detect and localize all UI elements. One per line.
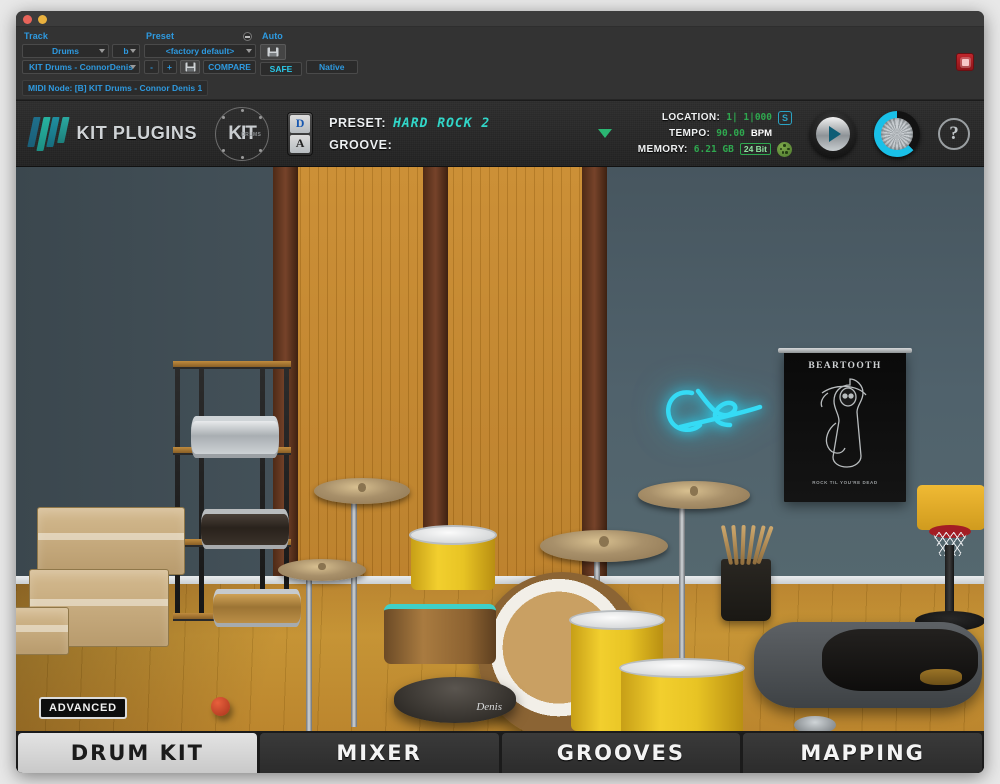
groove-row: GROOVE: (329, 138, 490, 152)
tempo-value[interactable]: 90.00 (716, 128, 745, 139)
track-insert-select[interactable]: KIT Drums - ConnorDenis (22, 60, 140, 74)
tempo-label: TEMPO: (668, 127, 711, 139)
preset-dropdown-icon[interactable] (597, 129, 612, 138)
digital-analog-toggle[interactable]: D A (287, 111, 314, 156)
help-button[interactable]: ? (938, 117, 970, 150)
auto-label: Auto (262, 31, 283, 41)
auto-section: Auto SAFE (260, 30, 302, 76)
close-button[interactable] (23, 15, 32, 24)
preset-section: Preset <factory default> - + COMPARE (144, 30, 256, 74)
hihat-cymbal[interactable] (278, 559, 366, 581)
track-section: Track Drums b KIT Drums - ConnorDenis (22, 30, 140, 74)
daw-plugin-header: Track Drums b KIT Drums - ConnorDenis Pr… (16, 27, 984, 100)
preset-previous-button[interactable]: - (144, 60, 159, 74)
drum-throne[interactable]: Denis (394, 677, 516, 723)
preset-next-button[interactable]: + (162, 60, 177, 74)
tab-mapping[interactable]: MAPPING (743, 733, 982, 773)
tab-bar: DRUM KIT MIXER GROOVES MAPPING (16, 731, 984, 773)
track-label: Track (24, 31, 49, 41)
track-select[interactable]: Drums (22, 44, 109, 58)
location-value: 1| 1|000 (726, 112, 772, 123)
chevron-down-icon (246, 49, 252, 53)
tempo-row: TEMPO: 90.00 BPM (622, 128, 792, 139)
chevron-down-icon (130, 65, 136, 69)
midi-connector-icon (777, 141, 792, 157)
track-bank-select[interactable]: b (112, 44, 140, 58)
tab-mixer[interactable]: MIXER (259, 733, 499, 773)
tempo-unit: BPM (750, 127, 772, 139)
plugin-window: Track Drums b KIT Drums - ConnorDenis Pr… (16, 11, 984, 773)
preset-save-icon[interactable] (180, 60, 200, 74)
master-volume-knob[interactable] (874, 110, 920, 157)
native-section: . . Native (306, 30, 358, 74)
track-select-value: Drums (52, 46, 79, 56)
track-bank-value: b (123, 46, 129, 56)
bit-depth-badge[interactable]: 24 Bit (739, 143, 771, 155)
floor-tom-large[interactable] (619, 658, 745, 731)
brand-name: KIT PLUGINS (76, 123, 198, 143)
crash-stand-left (351, 497, 357, 727)
tab-drum-kit[interactable]: DRUM KIT (18, 733, 257, 773)
memory-label: MEMORY: (637, 143, 688, 155)
analog-mode-option[interactable]: A (290, 134, 311, 153)
transport-info: LOCATION: 1| 1|000 S TEMPO: 90.00 BPM ME… (622, 110, 792, 157)
knob-cap-icon (881, 117, 913, 150)
play-icon (816, 116, 850, 151)
advanced-button[interactable]: ADVANCED (39, 697, 127, 719)
track-insert-value: KIT Drums - ConnorDenis (29, 62, 133, 72)
preset-menu-icon[interactable] (243, 31, 252, 41)
plugin-bypass-button[interactable] (956, 53, 974, 71)
chevron-down-icon (130, 49, 136, 53)
throne-logo: Denis (476, 701, 502, 713)
preset-groove-block: PRESET: HARD ROCK 2 GROOVE: (329, 116, 490, 152)
memory-row: MEMORY: 6.21 GB 24 Bit (622, 141, 792, 157)
midi-node-label: MIDI Node: [B] KIT Drums - Connor Denis … (22, 80, 209, 96)
plugin-groove-label: GROOVE: (329, 137, 393, 152)
crash-cymbal-left[interactable] (314, 478, 410, 504)
compare-button[interactable]: COMPARE (203, 60, 256, 74)
plugin-preset-value[interactable]: HARD ROCK 2 (393, 116, 490, 131)
play-button[interactable] (810, 110, 856, 157)
safe-button[interactable]: SAFE (260, 62, 302, 76)
preset-value: <factory default> (165, 46, 235, 56)
drum-kit-scene: BEARTOOTH ROCK TIL YOU'RE DEAD Denis ADV… (16, 167, 984, 731)
minimize-button[interactable] (38, 15, 47, 24)
kit-drums-badge-icon: KIT DRUMS (215, 106, 270, 161)
preset-label: Preset (146, 31, 175, 41)
hihat-stand (306, 567, 312, 731)
crash-cymbal-right[interactable] (638, 481, 750, 509)
automation-button[interactable] (260, 44, 286, 60)
plugin-toolbar: KIT PLUGINS KIT DRUMS D A PRESET: HARD R… (16, 101, 984, 167)
window-title-bar (16, 11, 984, 27)
kit-mark-sub-text: DRUMS (241, 131, 262, 138)
location-row: LOCATION: 1| 1|000 S (622, 110, 792, 125)
native-button[interactable]: Native (306, 60, 358, 74)
sync-button[interactable]: S (778, 110, 792, 125)
location-label: LOCATION: (661, 112, 721, 123)
window-controls (23, 15, 47, 24)
ride-cymbal[interactable] (540, 530, 668, 562)
digital-mode-option[interactable]: D (290, 114, 311, 133)
chevron-down-icon (99, 49, 105, 53)
automation-icon (267, 47, 279, 57)
plugin-preset-label: PRESET: (329, 115, 387, 130)
kit-plugins-logo-icon (26, 116, 70, 151)
tab-grooves[interactable]: GROOVES (501, 733, 741, 773)
memory-value: 6.21 GB (693, 143, 734, 155)
preset-row: PRESET: HARD ROCK 2 (329, 116, 490, 131)
snare-drum[interactable] (384, 604, 496, 664)
floppy-icon (185, 62, 195, 72)
rack-tom[interactable] (409, 525, 497, 590)
kit-plugin: KIT PLUGINS KIT DRUMS D A PRESET: HARD R… (16, 100, 984, 773)
drum-kit: Denis (16, 167, 984, 731)
preset-select[interactable]: <factory default> (144, 44, 256, 58)
